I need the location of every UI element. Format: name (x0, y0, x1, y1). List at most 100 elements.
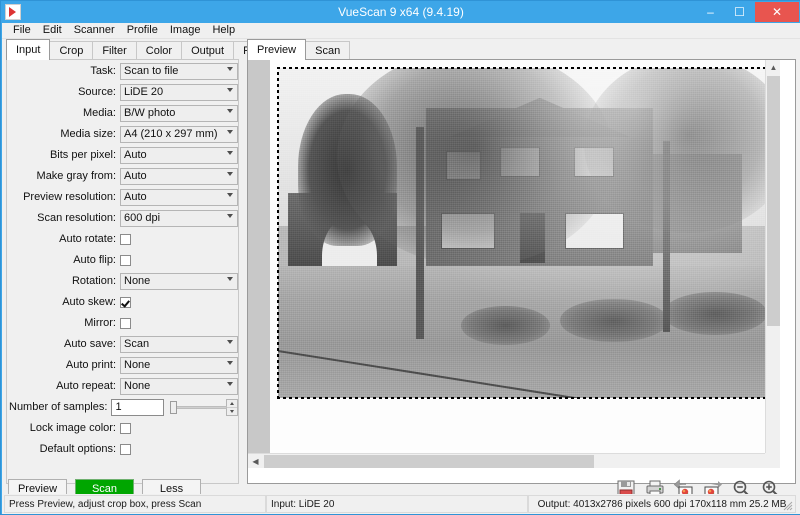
field-label-auto-repeat: Auto repeat: (56, 380, 116, 392)
select-value: Auto (124, 170, 147, 182)
field-label-auto-save: Auto save: (64, 338, 116, 350)
main-body: InputCropFilterColorOutputPrefs Task: Sca… (2, 39, 800, 499)
field-row-media: Media: B/W photo (7, 103, 238, 123)
preview-tab-row: Preview Scan (247, 39, 351, 60)
chevron-down-icon (227, 381, 233, 386)
field-label-media: Media: (82, 107, 116, 119)
scroll-up-icon[interactable]: ▲ (766, 60, 780, 75)
checkbox-default-options[interactable] (120, 443, 131, 455)
field-row-auto-rotate: Auto rotate: (7, 229, 238, 249)
select-value: None (124, 359, 151, 371)
chevron-down-icon (227, 66, 233, 71)
field-label-media-size: Media size: (60, 128, 116, 140)
tab-color[interactable]: Color (135, 41, 183, 60)
menu-item-edit[interactable]: Edit (37, 23, 68, 38)
preview-tab-preview[interactable]: Preview (247, 39, 307, 60)
field-row-auto-print: Auto print: None (7, 355, 238, 375)
spinner-down-icon[interactable] (227, 408, 237, 415)
status-output-text: Output: 4013x2786 pixels 600 dpi 170x118… (537, 499, 787, 510)
select-make-gray-from[interactable]: Auto (120, 167, 238, 185)
field-label-auto-rotate: Auto rotate: (59, 233, 116, 245)
select-source[interactable]: LiDE 20 (120, 83, 238, 101)
horizontal-scroll-thumb[interactable] (264, 455, 594, 468)
select-value: Auto (124, 191, 147, 203)
menu-bar: File Edit Scanner Profile Image Help (2, 23, 800, 39)
menu-item-profile[interactable]: Profile (121, 23, 164, 38)
status-bar: Press Preview, adjust crop box, press Sc… (2, 494, 800, 514)
photo-grain (278, 68, 772, 398)
field-label-rotation: Rotation: (71, 275, 116, 287)
preview-tab-scan[interactable]: Scan (305, 41, 351, 60)
select-value: Auto (124, 149, 147, 161)
maximize-button[interactable]: ☐ (725, 2, 754, 22)
status-output: Output: 4013x2786 pixels 600 dpi 170x118… (528, 495, 796, 513)
field-row-number-of-samples: Number of samples: 1 (7, 397, 239, 417)
chevron-down-icon (227, 213, 233, 218)
chevron-down-icon (227, 276, 233, 281)
select-media-size[interactable]: A4 (210 x 297 mm) (120, 125, 238, 143)
status-input: Input: LiDE 20 (266, 495, 528, 513)
menu-item-image[interactable]: Image (164, 23, 207, 38)
select-value: Scan to file (124, 65, 179, 77)
input-value: 1 (115, 401, 122, 413)
preview-horizontal-scrollbar[interactable]: ◀ ▶ (248, 453, 780, 468)
scanned-page (270, 60, 780, 468)
field-label-auto-print: Auto print: (65, 359, 116, 371)
field-label-preview-resolution: Preview resolution: (23, 191, 116, 203)
field-label-default-options: Default options: (39, 443, 116, 455)
preview-canvas[interactable]: ▲ ▼ ◀ ▶ (248, 60, 780, 468)
scroll-left-icon[interactable]: ◀ (248, 454, 263, 469)
select-rotation[interactable]: None (120, 272, 238, 290)
field-row-lock-image-color: Lock image color: (7, 418, 238, 438)
select-value: None (124, 380, 151, 392)
menu-item-scanner[interactable]: Scanner (68, 23, 121, 38)
select-task[interactable]: Scan to file (120, 62, 238, 80)
chevron-down-icon (227, 129, 233, 134)
tab-input[interactable]: Input (6, 39, 51, 60)
select-media[interactable]: B/W photo (120, 104, 238, 122)
tab-filter[interactable]: Filter (92, 41, 137, 60)
select-auto-repeat[interactable]: None (120, 377, 238, 395)
field-row-auto-flip: Auto flip: (7, 250, 238, 270)
checkbox-mirror[interactable] (120, 317, 131, 329)
tab-output[interactable]: Output (181, 41, 235, 60)
field-row-task: Task: Scan to file (7, 61, 238, 81)
preview-vertical-scrollbar[interactable]: ▲ ▼ (765, 60, 780, 468)
field-row-default-options: Default options: (7, 439, 238, 459)
scrollbar-corner (765, 453, 780, 468)
menu-item-file[interactable]: File (7, 23, 37, 38)
title-bar: VueScan 9 x64 (9.4.19) – ☐ ✕ (1, 1, 800, 23)
select-value: 600 dpi (124, 212, 161, 224)
checkbox-auto-skew[interactable] (120, 296, 131, 308)
select-auto-print[interactable]: None (120, 356, 238, 374)
preview-panel: Preview Scan ▲ ◀ (245, 39, 798, 494)
select-preview-resolution[interactable]: Auto (120, 188, 238, 206)
slider-track (169, 405, 227, 409)
chevron-down-icon (227, 108, 233, 113)
vertical-scroll-thumb[interactable] (767, 76, 780, 326)
slider-thumb[interactable] (169, 400, 177, 414)
input-number-of-samples[interactable]: 1 (111, 398, 164, 416)
slider-number-of-samples[interactable] (169, 399, 227, 416)
spinner-up-icon[interactable] (226, 400, 238, 408)
close-button[interactable]: ✕ (755, 2, 799, 22)
vuescan-window: VueScan 9 x64 (9.4.19) – ☐ ✕ File Edit Sca… (0, 0, 800, 515)
field-label-auto-skew: Auto skew: (62, 296, 116, 308)
chevron-down-icon (227, 192, 233, 197)
checkbox-auto-flip[interactable] (120, 254, 131, 266)
field-row-preview-resolution: Preview resolution: Auto (7, 187, 238, 207)
checkbox-auto-rotate[interactable] (120, 233, 131, 245)
field-row-source: Source: LiDE 20 (7, 82, 238, 102)
field-label-make-gray-from: Make gray from: (36, 170, 116, 182)
spinner-number-of-samples[interactable] (225, 398, 239, 416)
chevron-down-icon (227, 87, 233, 92)
field-row-rotation: Rotation: None (7, 271, 238, 291)
minimize-button[interactable]: – (696, 2, 725, 22)
tab-crop[interactable]: Crop (49, 41, 94, 60)
resize-grip-icon[interactable] (783, 501, 793, 511)
select-bits-per-pixel[interactable]: Auto (120, 146, 238, 164)
select-auto-save[interactable]: Scan (120, 335, 238, 353)
checkbox-lock-image-color[interactable] (120, 422, 131, 434)
select-scan-resolution[interactable]: 600 dpi (120, 209, 238, 227)
menu-item-help[interactable]: Help (206, 23, 241, 38)
